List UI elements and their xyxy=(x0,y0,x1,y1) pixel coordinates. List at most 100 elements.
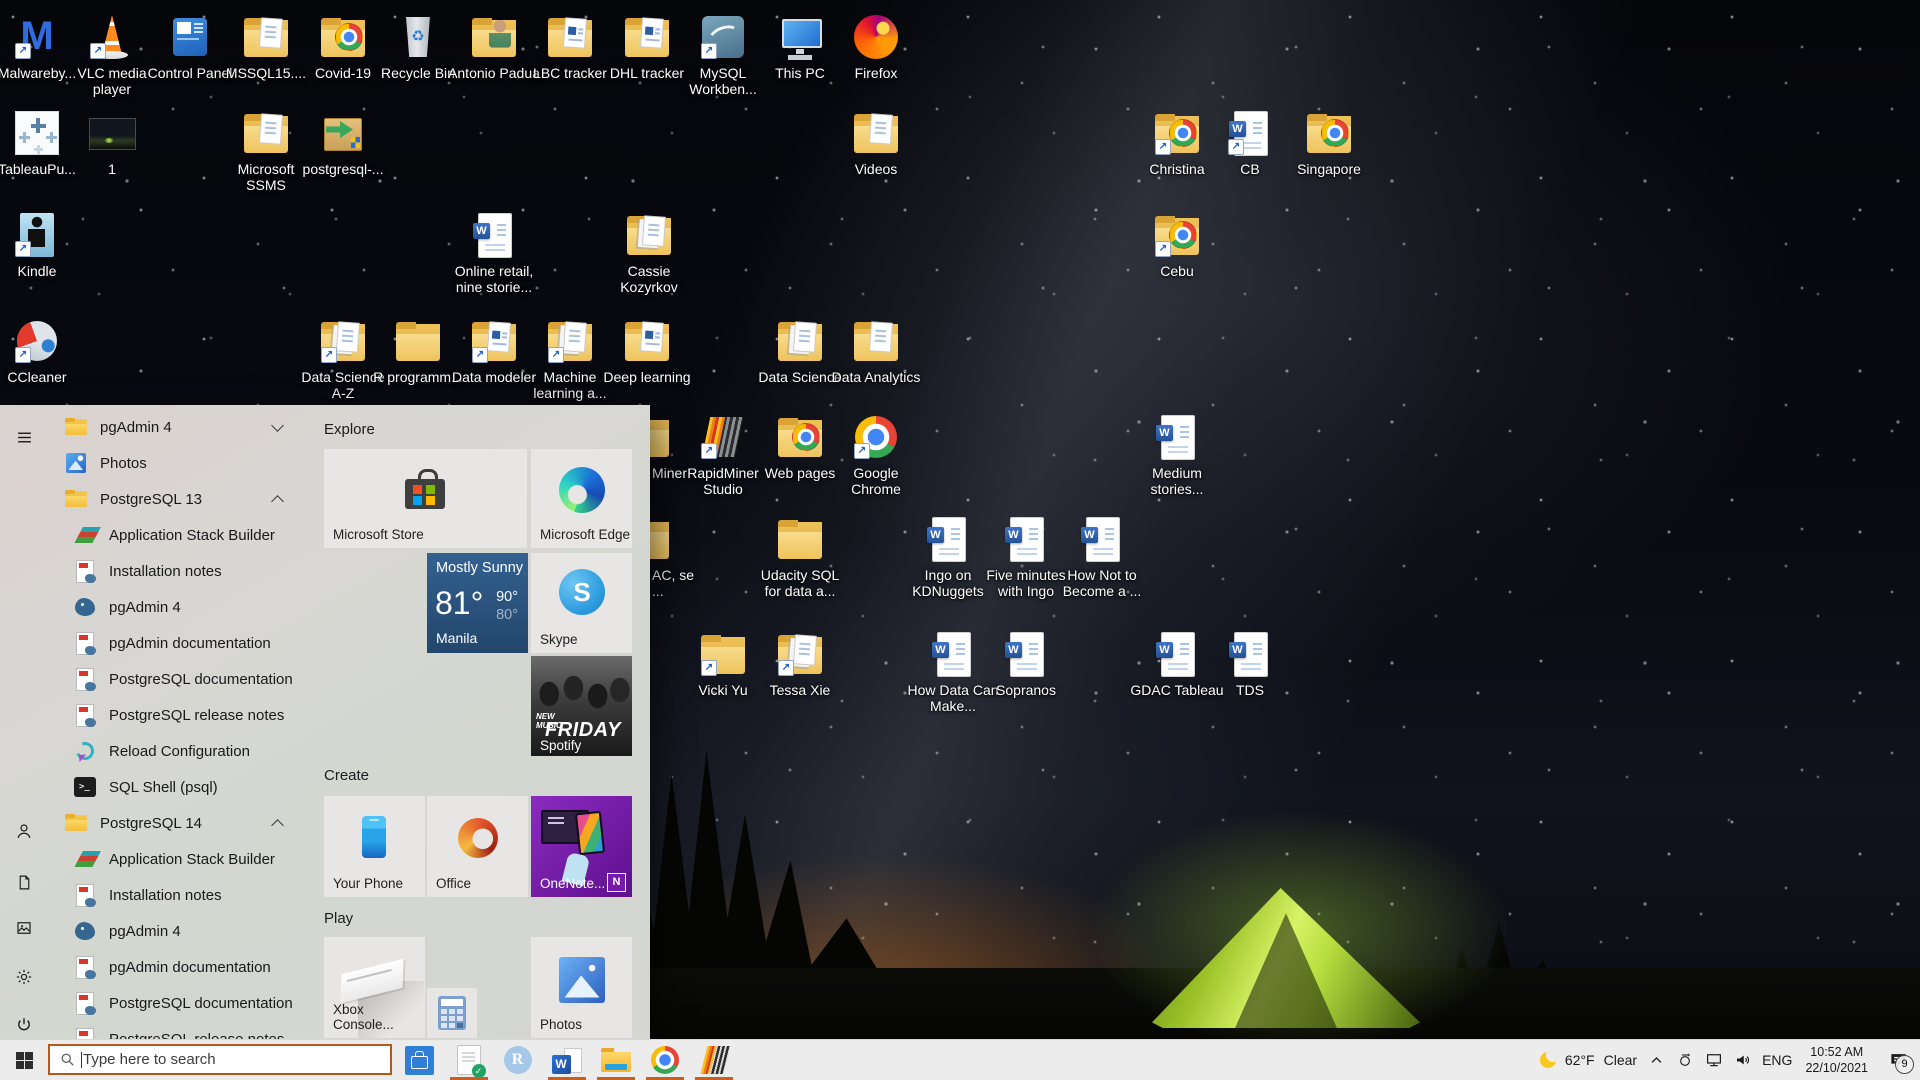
start-menu-item-postgresql-13[interactable]: PostgreSQL 13 xyxy=(48,481,294,517)
desktop-icon-how-not-to-become-a[interactable]: How Not to Become a ... xyxy=(1054,514,1150,599)
moon-weather-icon[interactable] xyxy=(1540,1052,1556,1068)
start-menu-item-pgadmin-4[interactable]: pgAdmin 4 xyxy=(48,409,294,445)
start-button[interactable] xyxy=(0,1040,48,1080)
tile-photos[interactable]: Photos xyxy=(531,937,632,1038)
tray-update-button[interactable] xyxy=(1675,1048,1695,1072)
start-menu-item-postgresql-documentation[interactable]: PostgreSQL documentation xyxy=(48,661,294,697)
desktop-icon-kindle[interactable]: Kindle xyxy=(0,210,85,279)
start-menu-item-pgadmin-4[interactable]: pgAdmin 4 xyxy=(48,913,294,949)
taskbar-search-input[interactable]: Type here to search xyxy=(48,1044,392,1075)
tile-xbox-console[interactable]: Xbox Console... xyxy=(324,937,425,1038)
desktop-icon-label: postgresql-... xyxy=(295,161,391,177)
word-icon xyxy=(1152,412,1202,462)
tray-volume-button[interactable] xyxy=(1733,1048,1753,1072)
start-menu-item-pgadmin-documentation[interactable]: pgAdmin documentation xyxy=(48,949,294,985)
start-menu-item-pgadmin-4[interactable]: pgAdmin 4 xyxy=(48,589,294,625)
folder-doc-icon xyxy=(241,108,291,158)
tile-spotify[interactable]: Spotify NEW MUSIC FRIDAY xyxy=(531,656,632,756)
desktop-icon-sopranos[interactable]: Sopranos xyxy=(978,629,1074,698)
word-taskbar-button[interactable] xyxy=(542,1040,591,1080)
desktop-icon-ccleaner[interactable]: CCleaner xyxy=(0,316,85,385)
section-header-create: Create xyxy=(324,767,369,784)
desktop-icon-data-analytics[interactable]: Data Analytics xyxy=(828,316,924,385)
tile-onenote[interactable]: OneNote... N xyxy=(531,796,632,897)
desktop-icon-google-chrome[interactable]: Google Chrome xyxy=(828,412,924,497)
taskbar-clock[interactable]: 10:52 AM 22/10/2021 xyxy=(1801,1044,1872,1077)
rail-settings-button[interactable] xyxy=(0,955,48,999)
start-menu-item-installation-notes[interactable]: Installation notes xyxy=(48,877,294,913)
start-menu-item-postgresql-release-notes[interactable]: PostgreSQL release notes xyxy=(48,697,294,733)
desktop-icon-label: Kindle xyxy=(0,263,85,279)
chrome-taskbar-button[interactable] xyxy=(640,1040,689,1080)
tile-label: Microsoft Store xyxy=(333,527,424,542)
desktop-icon-online-retail-nine-storie[interactable]: Online retail, nine storie... xyxy=(446,210,542,295)
desktop: Malwareby...VLC media playerControl Pane… xyxy=(0,0,1920,1080)
layered-pages-taskbar-button[interactable] xyxy=(689,1040,738,1080)
desktop-icon-firefox[interactable]: Firefox xyxy=(828,12,924,81)
start-menu-item-photos[interactable]: Photos xyxy=(48,445,294,481)
desktop-icon-postgresql[interactable]: postgresql-... xyxy=(295,108,391,177)
system-tray: 62°F Clear ENG 10:52 AM 22/10/2021 9 xyxy=(1540,1040,1920,1080)
rail-pictures-button[interactable] xyxy=(0,906,48,950)
desktop-icon-label: Google Chrome xyxy=(828,465,924,497)
tile-microsoft-edge[interactable]: Microsoft Edge xyxy=(531,449,632,548)
tray-network-button[interactable] xyxy=(1704,1048,1724,1072)
tray-hiddens-chevron-button[interactable] xyxy=(1646,1048,1666,1072)
rail-documents-button[interactable] xyxy=(0,860,48,904)
desktop-icon-cebu[interactable]: Cebu xyxy=(1129,210,1225,279)
notification-center-button[interactable]: 9 xyxy=(1881,1040,1915,1080)
network-icon xyxy=(1705,1051,1723,1069)
language-indicator[interactable]: ENG xyxy=(1762,1052,1792,1068)
tile-your-phone[interactable]: Your Phone xyxy=(324,796,425,897)
desktop-icon-label: How Not to Become a ... xyxy=(1054,567,1150,599)
tile-label: OneNote... xyxy=(540,876,605,891)
tray-weather-condition[interactable]: Clear xyxy=(1604,1052,1637,1068)
desktop-icon-deep-learning[interactable]: Deep learning xyxy=(599,316,695,385)
start-menu-item-postgresql-14[interactable]: PostgreSQL 14 xyxy=(48,805,294,841)
folder-doc-icon xyxy=(851,108,901,158)
shortcut-arrow-badge xyxy=(15,347,31,363)
tile-label: Photos xyxy=(540,1017,582,1032)
start-menu-item-pgadmin-documentation[interactable]: pgAdmin documentation xyxy=(48,625,294,661)
start-menu-item-label: PostgreSQL release notes xyxy=(109,707,284,724)
desktop-icon-udacity-sql-for-data-a[interactable]: Udacity SQL for data a... xyxy=(752,514,848,599)
desktop-icon-singapore[interactable]: Singapore xyxy=(1281,108,1377,177)
document-check-taskbar-button[interactable] xyxy=(444,1040,493,1080)
power-icon xyxy=(15,1016,33,1034)
tray-weather-temp[interactable]: 62°F xyxy=(1565,1052,1595,1068)
tile-microsoft-store[interactable]: Microsoft Store xyxy=(324,449,527,548)
start-menu-item-label: Application Stack Builder xyxy=(109,527,275,544)
desktop-icon-cassie-kozyrkov[interactable]: Cassie Kozyrkov xyxy=(601,210,697,295)
start-menu-item-application-stack-builder[interactable]: Application Stack Builder xyxy=(48,841,294,877)
text-cursor xyxy=(81,1052,82,1068)
tile-label: Xbox Console... xyxy=(333,1002,425,1032)
shortcut-arrow-badge xyxy=(778,660,794,676)
start-menu-item-installation-notes[interactable]: Installation notes xyxy=(48,553,294,589)
file-explorer-taskbar-button[interactable] xyxy=(591,1040,640,1080)
toolbox-taskbar-button[interactable] xyxy=(395,1040,444,1080)
folder-chrome-icon xyxy=(318,12,368,62)
tile-weather[interactable]: Mostly Sunny 81° 90° 80° Manila xyxy=(427,553,528,653)
start-menu-item-application-stack-builder[interactable]: Application Stack Builder xyxy=(48,517,294,553)
desktop-icon-medium-stories[interactable]: Medium stories... xyxy=(1129,412,1225,497)
desktop-icon-tds[interactable]: TDS xyxy=(1202,629,1298,698)
r-studio-taskbar-button[interactable]: R xyxy=(493,1040,542,1080)
rail-hamburger-button[interactable] xyxy=(0,415,48,459)
start-menu-item-postgresql-documentation[interactable]: PostgreSQL documentation xyxy=(48,985,294,1021)
tile-office[interactable]: Office xyxy=(427,796,528,897)
desktop-icon-videos[interactable]: Videos xyxy=(828,108,924,177)
chrome-icon xyxy=(851,412,901,462)
tile-calculator[interactable] xyxy=(427,988,477,1038)
desktop-icon-ac-se[interactable]: AC, se ... xyxy=(650,514,722,599)
rail-user-button[interactable] xyxy=(0,809,48,853)
clock-date: 22/10/2021 xyxy=(1805,1060,1868,1076)
start-menu-item-sql-shell-psql[interactable]: SQL Shell (psql) xyxy=(48,769,294,805)
desktop-icon-tessa-xie[interactable]: Tessa Xie xyxy=(752,629,848,698)
desktop-icon-label: Cassie Kozyrkov xyxy=(601,263,697,295)
tile-skype[interactable]: Skype xyxy=(531,553,632,653)
folder-icon xyxy=(650,514,672,564)
desktop-icon-label: Cebu xyxy=(1129,263,1225,279)
weather-condition: Mostly Sunny xyxy=(436,560,523,576)
desktop-icon-1[interactable]: 1 xyxy=(64,108,160,177)
start-menu-item-reload-configuration[interactable]: Reload Configuration xyxy=(48,733,294,769)
